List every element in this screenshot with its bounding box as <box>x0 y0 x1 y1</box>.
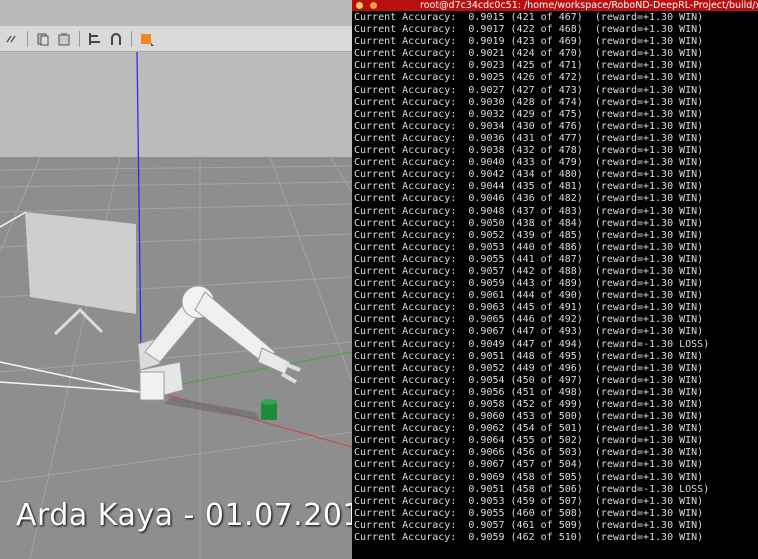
terminal-line: Current Accuracy: 0.9023 (425 of 471) (r… <box>354 60 704 72</box>
terminal-line: Current Accuracy: 0.9059 (462 of 510) (r… <box>354 532 704 544</box>
terminal-line: Current Accuracy: 0.9055 (441 of 487) (r… <box>354 253 704 265</box>
terminal-line: Current Accuracy: 0.9048 (437 of 483) (r… <box>354 205 704 217</box>
terminal-line: Current Accuracy: 0.9042 (434 of 480) (r… <box>354 169 704 181</box>
terminal-line: Current Accuracy: 0.9015 (421 of 467) (r… <box>354 12 704 23</box>
terminal-line: Current Accuracy: 0.9067 (457 of 504) (r… <box>354 459 704 471</box>
terminal-line: Current Accuracy: 0.9050 (438 of 484) (r… <box>354 217 704 229</box>
terminal-line: Current Accuracy: 0.9053 (459 of 507) (r… <box>354 495 704 507</box>
terminal-line: Current Accuracy: 0.9051 (448 of 495) (r… <box>354 350 704 362</box>
snap-icon[interactable] <box>108 31 124 47</box>
terminal-line: Current Accuracy: 0.9053 (440 of 486) (r… <box>354 241 704 253</box>
terminal-line: Current Accuracy: 0.9021 (424 of 470) (r… <box>354 48 704 60</box>
terminal-line: Current Accuracy: 0.9051 (458 of 506) (r… <box>354 483 710 495</box>
terminal-line: Current Accuracy: 0.9063 (445 of 491) (r… <box>354 302 704 314</box>
close-icon[interactable] <box>356 2 363 9</box>
toolbar-separator <box>27 30 28 47</box>
author-watermark: Arda Kaya - 01.07.2018 <box>16 498 352 533</box>
sky <box>0 52 352 157</box>
terminal-line: Current Accuracy: 0.9064 (455 of 502) (r… <box>354 435 704 447</box>
terminal-title-bar[interactable]: root@d7c34cdc0c51: /home/workspace/RoboN… <box>352 0 758 11</box>
terminal-line: Current Accuracy: 0.9054 (450 of 497) (r… <box>354 374 704 386</box>
terminal-line: Current Accuracy: 0.9062 (454 of 501) (r… <box>354 423 704 435</box>
terminal-line: Current Accuracy: 0.9034 (430 of 476) (r… <box>354 120 704 132</box>
terminal-line: Current Accuracy: 0.9025 (426 of 472) (r… <box>354 72 704 84</box>
terminal-line: Current Accuracy: 0.9040 (433 of 479) (r… <box>354 157 704 169</box>
translate-icon[interactable] <box>4 31 20 47</box>
terminal-line: Current Accuracy: 0.9027 (427 of 473) (r… <box>354 84 704 96</box>
terminal-line: Current Accuracy: 0.9032 (429 of 475) (r… <box>354 108 704 120</box>
terminal-line: Current Accuracy: 0.9065 (446 of 492) (r… <box>354 314 704 326</box>
terminal-line: Current Accuracy: 0.9052 (439 of 485) (r… <box>354 229 704 241</box>
terminal-line: Current Accuracy: 0.9030 (428 of 474) (r… <box>354 96 704 108</box>
terminal-line: Current Accuracy: 0.9057 (461 of 509) (r… <box>354 519 704 531</box>
camera-panel <box>25 212 136 314</box>
target-cylinder-top <box>261 399 277 405</box>
terminal-line: Current Accuracy: 0.9059 (443 of 489) (r… <box>354 278 704 290</box>
terminal-line: Current Accuracy: 0.9060 (453 of 500) (r… <box>354 411 704 423</box>
terminal-line: Current Accuracy: 0.9066 (456 of 503) (r… <box>354 447 704 459</box>
toolbar-separator <box>131 30 132 47</box>
terminal-line: Current Accuracy: 0.9069 (458 of 505) (r… <box>354 471 704 483</box>
terminal-line: Current Accuracy: 0.9017 (422 of 468) (r… <box>354 24 704 36</box>
terminal-line: Current Accuracy: 0.9067 (447 of 493) (r… <box>354 326 704 338</box>
terminal-line: Current Accuracy: 0.9056 (451 of 498) (r… <box>354 386 704 398</box>
terminal-title: root@d7c34cdc0c51: /home/workspace/RoboN… <box>420 0 758 11</box>
terminal-output: Current Accuracy: 0.9015 (421 of 467) (r… <box>354 12 758 544</box>
align-icon[interactable] <box>87 31 103 47</box>
copy-icon[interactable] <box>35 31 51 47</box>
view-angle-icon[interactable] <box>139 31 155 47</box>
robot-base-front <box>139 371 165 401</box>
terminal-line: Current Accuracy: 0.9057 (442 of 488) (r… <box>354 265 704 277</box>
paste-icon[interactable] <box>56 31 72 47</box>
minimize-icon[interactable] <box>370 2 377 9</box>
gazebo-viewport[interactable]: Arda Kaya - 01.07.2018 <box>0 0 352 559</box>
terminal-line: Current Accuracy: 0.9038 (432 of 478) (r… <box>354 145 704 157</box>
toolbar-separator <box>79 30 80 47</box>
terminal-line: Current Accuracy: 0.9061 (444 of 490) (r… <box>354 290 704 302</box>
terminal-line: Current Accuracy: 0.9052 (449 of 496) (r… <box>354 362 704 374</box>
terminal-line: Current Accuracy: 0.9019 (423 of 469) (r… <box>354 36 704 48</box>
terminal-window[interactable]: root@d7c34cdc0c51: /home/workspace/RoboN… <box>352 0 758 559</box>
terminal-line: Current Accuracy: 0.9058 (452 of 499) (r… <box>354 399 704 410</box>
terminal-line: Current Accuracy: 0.9044 (435 of 481) (r… <box>354 181 704 193</box>
scene-3d[interactable] <box>0 52 352 559</box>
terminal-line: Current Accuracy: 0.9046 (436 of 482) (r… <box>354 193 704 205</box>
terminal-line: Current Accuracy: 0.9036 (431 of 477) (r… <box>354 132 704 144</box>
terminal-line: Current Accuracy: 0.9055 (460 of 508) (r… <box>354 507 704 519</box>
terminal-line: Current Accuracy: 0.9049 (447 of 494) (r… <box>354 338 710 350</box>
gazebo-toolbar <box>0 26 352 52</box>
